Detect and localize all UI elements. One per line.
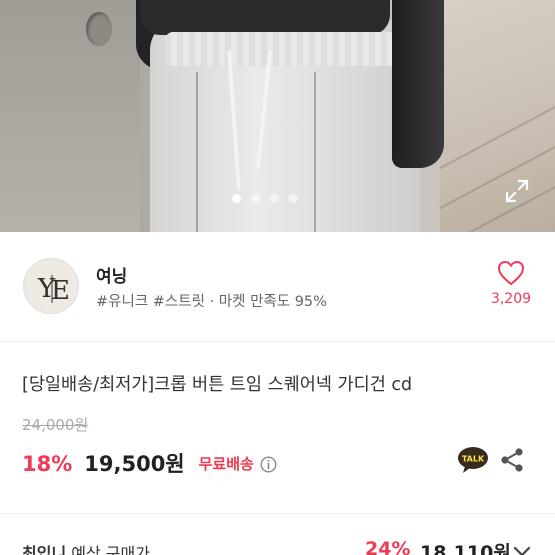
sale-price: 19,500원 — [84, 452, 185, 476]
discount-rate: 18% — [22, 452, 73, 476]
price-row: 18% 19,500원 무료배송 — [22, 448, 277, 478]
carousel-dot[interactable] — [251, 194, 260, 203]
carousel-dot[interactable] — [232, 194, 241, 203]
seller-tags: #유니크 #스트릿 · 마켓 만족도 95% — [96, 294, 327, 310]
expand-icon[interactable] — [503, 177, 531, 205]
photo-wall-right — [438, 0, 555, 232]
photo-waistband — [165, 32, 397, 66]
svg-text:TALK: TALK — [462, 455, 485, 464]
photo-sleeve-right — [392, 0, 444, 168]
like-count: 3,209 — [490, 291, 532, 307]
carousel-dot[interactable] — [270, 194, 279, 203]
expected-discount: 24% — [365, 538, 411, 555]
heart-icon[interactable] — [497, 260, 525, 286]
kakao-talk-icon[interactable]: TALK — [457, 446, 489, 474]
chevron-down-icon[interactable] — [512, 544, 532, 555]
share-icon[interactable] — [500, 447, 524, 473]
carousel-dot[interactable] — [289, 194, 298, 203]
free-shipping-badge: 무료배송 — [198, 455, 254, 473]
photo-top — [140, 0, 390, 35]
carousel-dots — [232, 194, 298, 203]
seller-row[interactable]: Y E 여닝 #유니크 #스트릿 · 마켓 만족도 95% 3,209 — [0, 232, 555, 342]
expected-price: 18,110원 — [420, 542, 511, 555]
info-icon[interactable] — [260, 456, 277, 473]
photo-wall-hole — [86, 12, 112, 46]
product-title: [당일배송/최저가]크롭 버튼 트임 스퀘어넥 가디건 cd — [22, 375, 413, 395]
original-price: 24,000원 — [22, 416, 89, 434]
product-image[interactable] — [0, 0, 555, 232]
expected-price-label: 최입니 예상 구매가 — [22, 544, 150, 555]
seller-name[interactable]: 여닝 — [96, 262, 127, 287]
seller-logo[interactable]: Y E — [23, 258, 79, 314]
svg-text:E: E — [51, 276, 70, 306]
photo-wall-left — [0, 0, 140, 232]
expected-price-row[interactable]: 최입니 예상 구매가 24% 18,110원 — [0, 513, 555, 555]
